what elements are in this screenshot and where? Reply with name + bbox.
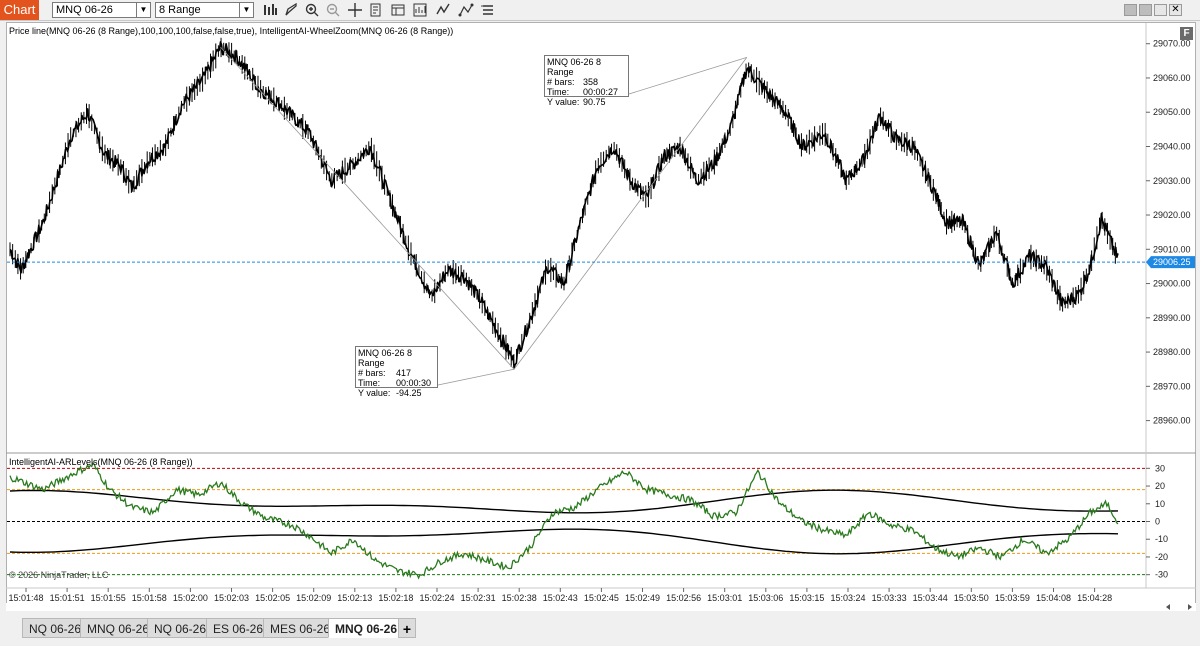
info-time-label: Time: [358, 378, 381, 388]
oscillator-line [9, 461, 1119, 580]
time-tick-label: 15:02:49 [625, 593, 660, 603]
f-button[interactable]: F [1180, 27, 1193, 40]
time-tick-label: 15:02:00 [173, 593, 208, 603]
time-tick-label: 15:02:03 [214, 593, 249, 603]
tab-mnq-active[interactable]: MNQ 06-26 [328, 618, 405, 638]
time-tick-label: 15:01:55 [91, 593, 126, 603]
oscillator-axis: 30 20 10 0 -10 -20 -30 [1146, 463, 1168, 580]
zigzag-line [220, 46, 748, 370]
info-title: MNQ 06-26 8 Range [358, 348, 413, 368]
tab-nq-1[interactable]: NQ 06-26 [22, 618, 89, 638]
info-connector [437, 368, 515, 386]
info-bars-label: # bars: [547, 77, 575, 87]
price-tick-label: 29060.00 [1153, 73, 1191, 83]
info-connector [628, 57, 747, 95]
osc-tick-label: 20 [1155, 481, 1165, 491]
copyright: © 2026 NinjaTrader, LLC [9, 570, 109, 580]
time-tick-label: 15:03:33 [872, 593, 907, 603]
price-axis: 29070.00 29060.00 29050.00 29040.00 29030.00… [1146, 39, 1195, 426]
add-tab-button[interactable]: + [398, 618, 416, 638]
time-tick-label: 15:03:44 [913, 593, 948, 603]
info-title: MNQ 06-26 8 Range [547, 57, 602, 77]
price-tick-label: 28990.00 [1153, 313, 1191, 323]
price-tick-label: 29050.00 [1153, 107, 1191, 117]
price-tick-label: 28980.00 [1153, 347, 1191, 357]
osc-tick-label: 0 [1155, 517, 1160, 527]
time-tick-label: 15:04:08 [1036, 593, 1071, 603]
info-time-value: 00:00:30 [396, 378, 432, 388]
info-yvalue-value: -94.25 [396, 388, 422, 398]
info-bars-value: 358 [583, 77, 599, 87]
time-tick-label: 15:02:18 [378, 593, 413, 603]
osc-tick-label: -20 [1155, 552, 1168, 562]
time-tick-label: 15:03:24 [830, 593, 865, 603]
price-tick-label: 29040.00 [1153, 141, 1191, 151]
time-tick-label: 15:03:06 [748, 593, 783, 603]
tab-es[interactable]: ES 06-26 [206, 618, 271, 638]
instrument-tab-bar: NQ 06-26 MNQ 06-26 NQ 06-26 ES 06-26 MES… [0, 614, 1200, 646]
time-tick-label: 15:02:24 [419, 593, 454, 603]
price-tick-label: 28970.00 [1153, 381, 1191, 391]
price-tick-label: 29020.00 [1153, 210, 1191, 220]
time-tick-label: 15:03:50 [954, 593, 989, 603]
price-tick-label: 28960.00 [1153, 416, 1191, 426]
time-tick-label: 15:02:31 [461, 593, 496, 603]
time-axis: 15:01:48 15:01:51 15:01:55 15:01:58 15:02:00… [8, 588, 1112, 603]
time-tick-label: 15:01:48 [8, 593, 43, 603]
time-tick-label: 15:02:43 [543, 593, 578, 603]
osc-tick-label: -30 [1155, 570, 1168, 580]
price-tick-label: 29070.00 [1153, 39, 1191, 49]
time-tick-label: 15:03:59 [995, 593, 1030, 603]
time-tick-label: 15:03:15 [789, 593, 824, 603]
time-tick-label: 15:02:13 [337, 593, 372, 603]
upper-band [9, 489, 1119, 514]
time-tick-label: 15:04:28 [1077, 593, 1112, 603]
time-tick-label: 15:02:05 [255, 593, 290, 603]
price-panel-title: Price line(MNQ 06-26 (8 Range),100,100,1… [9, 26, 454, 36]
oscillator-series [9, 461, 1119, 580]
info-bars-value: 417 [396, 368, 412, 378]
osc-tick-label: -10 [1155, 534, 1168, 544]
info-box-low: MNQ 06-26 8 Range # bars: 417 Time: 00:00:… [355, 346, 438, 398]
info-time-label: Time: [547, 87, 570, 97]
time-tick-label: 15:01:58 [132, 593, 167, 603]
horizontal-scrollbar[interactable] [6, 603, 1196, 611]
info-bars-label: # bars: [358, 368, 386, 378]
time-tick-label: 15:02:56 [666, 593, 701, 603]
current-price-label: 29006.25 [1153, 257, 1191, 267]
tab-mnq-1[interactable]: MNQ 06-26 [80, 618, 157, 638]
info-time-value: 00:00:27 [583, 87, 619, 97]
lower-band [9, 528, 1119, 555]
osc-tick-label: 30 [1155, 463, 1165, 473]
price-tick-label: 29030.00 [1153, 176, 1191, 186]
level-lines [7, 467, 1145, 576]
osc-tick-label: 10 [1155, 499, 1165, 509]
time-tick-label: 15:02:38 [502, 593, 537, 603]
tab-mes[interactable]: MES 06-26 [263, 618, 338, 638]
tab-nq-2[interactable]: NQ 06-26 [147, 618, 214, 638]
lower-panel-title: IntelligentAI-ARLevels(MNQ 06-26 (8 Rang… [9, 457, 193, 467]
info-yvalue-label: Y value: [547, 97, 580, 107]
info-yvalue-label: Y value: [358, 388, 391, 398]
price-tick-label: 29010.00 [1153, 244, 1191, 254]
time-tick-label: 15:02:45 [584, 593, 619, 603]
time-tick-label: 15:03:01 [707, 593, 742, 603]
time-tick-label: 15:02:09 [296, 593, 331, 603]
info-yvalue-value: 90.75 [583, 97, 606, 107]
price-tick-label: 29000.00 [1153, 279, 1191, 289]
time-tick-label: 15:01:51 [50, 593, 85, 603]
info-box-high: MNQ 06-26 8 Range # bars: 358 Time: 00:00:… [544, 55, 629, 107]
